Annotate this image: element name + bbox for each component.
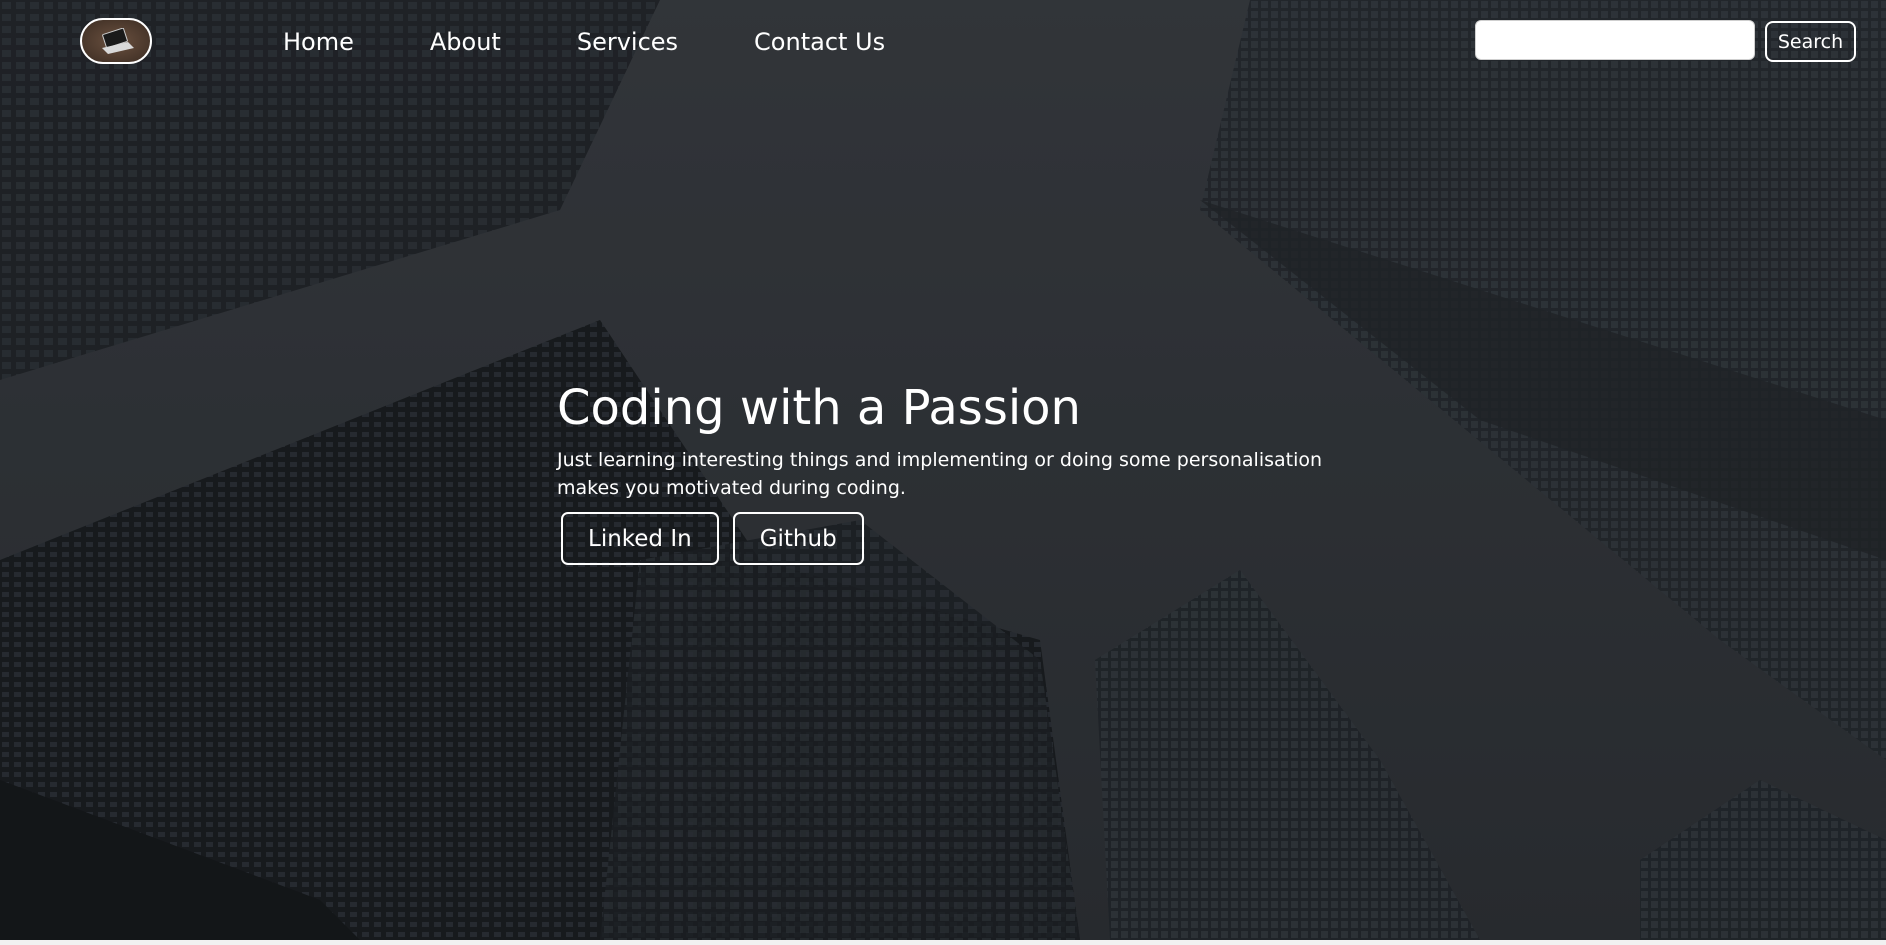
nav-about-link[interactable]: About bbox=[430, 24, 501, 60]
nav-home-link[interactable]: Home bbox=[283, 24, 354, 60]
page: Home About Services Contact Us Search Co… bbox=[0, 0, 1886, 940]
github-button[interactable]: Github bbox=[732, 512, 864, 565]
search-button[interactable]: Search bbox=[1765, 21, 1856, 62]
nav-links: Home About Services Contact Us bbox=[283, 24, 961, 60]
logo[interactable] bbox=[80, 18, 152, 64]
search-input[interactable] bbox=[1475, 20, 1755, 60]
hero-text: Just learning interesting things and imp… bbox=[557, 449, 1323, 499]
hero-title: Coding with a Passion bbox=[557, 380, 1081, 436]
laptop-icon bbox=[102, 28, 134, 54]
hero-section: Coding with a Passion Just learning inte… bbox=[557, 376, 1357, 565]
bottom-strip bbox=[0, 940, 1886, 945]
nav-contact-us-link[interactable]: Contact Us bbox=[754, 24, 885, 60]
navbar: Home About Services Contact Us Search bbox=[0, 0, 1886, 84]
hero-buttons: Linked In Github bbox=[557, 512, 1357, 565]
nav-services-link[interactable]: Services bbox=[577, 24, 678, 60]
linkedin-button[interactable]: Linked In bbox=[561, 512, 719, 565]
